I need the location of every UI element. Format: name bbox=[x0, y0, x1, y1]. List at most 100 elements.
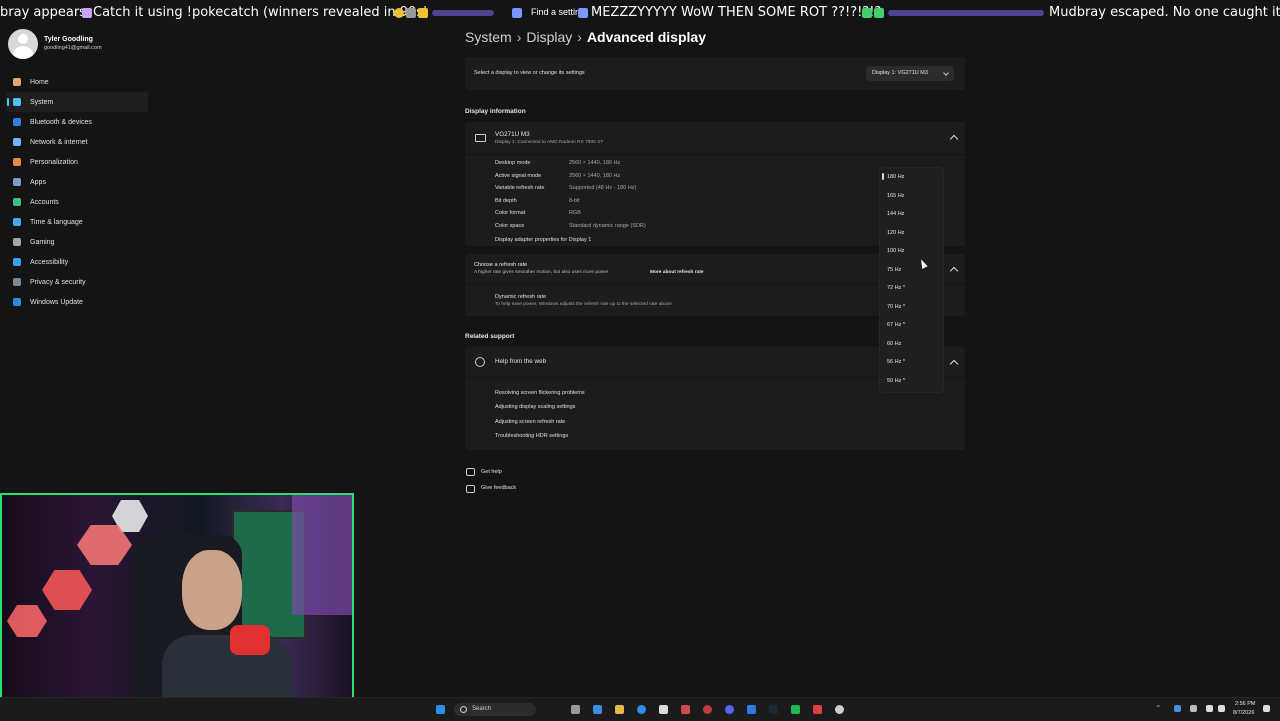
network-icon[interactable] bbox=[1206, 705, 1213, 712]
clock-date[interactable]: 8/7/2026 bbox=[1233, 710, 1254, 716]
bluetooth-icon bbox=[13, 118, 21, 126]
mail-icon bbox=[874, 8, 884, 18]
sidebar-nav: Home System Bluetooth & devices Network & i… bbox=[6, 72, 148, 312]
refresh-option[interactable]: 50 Hz * bbox=[887, 378, 905, 384]
help-link-1[interactable]: Resolving screen flickering problems bbox=[495, 390, 585, 396]
store-icon[interactable] bbox=[659, 705, 668, 714]
info-key: Active signal mode bbox=[495, 172, 542, 179]
sidebar-item-label: Apps bbox=[30, 178, 46, 186]
info-key: Color format bbox=[495, 210, 526, 216]
info-value: Supported (48 Hz - 180 Hz) bbox=[569, 185, 637, 191]
monitor-icon bbox=[475, 134, 486, 142]
sidebar-item-privacy-security[interactable]: Privacy & security bbox=[6, 272, 148, 292]
refresh-rate-dropdown[interactable]: 180 Hz 165 Hz 144 Hz 120 Hz 100 Hz 75 Hz 72 Hz… bbox=[879, 167, 944, 393]
notification-icon[interactable] bbox=[1263, 705, 1270, 712]
sidebar-item-label: Network & internet bbox=[30, 138, 88, 146]
taskbar-search[interactable]: Search bbox=[454, 703, 536, 716]
taskbar-search-label: Search bbox=[472, 706, 492, 712]
edge-icon[interactable] bbox=[637, 705, 646, 714]
app-icon[interactable] bbox=[681, 705, 690, 714]
info-key: Color space bbox=[495, 222, 525, 229]
sidebar-item-apps[interactable]: Apps bbox=[6, 172, 148, 192]
help-icon bbox=[466, 468, 475, 476]
refresh-option[interactable]: 72 Hz * bbox=[887, 285, 905, 291]
refresh-option[interactable]: 56 Hz * bbox=[887, 359, 905, 365]
search-icon bbox=[460, 706, 467, 713]
file-explorer-icon[interactable] bbox=[615, 705, 624, 714]
sidebar-item-windows-update[interactable]: Windows Update bbox=[6, 292, 148, 312]
section-display-information: Display information bbox=[465, 108, 526, 115]
redacted-text bbox=[888, 10, 1044, 16]
chevron-up-icon[interactable] bbox=[949, 266, 959, 276]
clock-time[interactable]: 2:56 PM bbox=[1235, 701, 1255, 707]
breadcrumb-system[interactable]: System bbox=[465, 29, 512, 45]
sidebar-item-time-language[interactable]: Time & language bbox=[6, 212, 148, 232]
refresh-option[interactable]: 67 Hz * bbox=[887, 322, 905, 328]
ticker-text-5: Mudbray escaped. No one caught it. bbox=[1049, 5, 1280, 20]
webcam-overlay bbox=[0, 493, 354, 719]
sidebar-item-personalization[interactable]: Personalization bbox=[6, 152, 148, 172]
sidebar-item-gaming[interactable]: Gaming bbox=[6, 232, 148, 252]
monitor-connection: Display 1: Connected to AMD Radeon RX 79… bbox=[495, 140, 604, 145]
refresh-option[interactable]: 70 Hz * bbox=[887, 304, 905, 310]
coin-icon bbox=[394, 8, 404, 18]
chevron-up-icon[interactable] bbox=[949, 134, 959, 144]
ticker-text-2: Catch it using !pokecatch (winners revea… bbox=[93, 5, 429, 20]
discord-icon[interactable] bbox=[725, 705, 734, 714]
display-adapter-link[interactable]: Display adapter properties for Display 1 bbox=[495, 237, 591, 243]
opera-icon[interactable] bbox=[703, 705, 712, 714]
get-help-link[interactable]: Get help bbox=[481, 469, 502, 475]
app-icon[interactable] bbox=[813, 705, 822, 714]
copilot-icon[interactable] bbox=[593, 705, 602, 714]
ticker-text-1: bray appears bbox=[0, 5, 86, 20]
chevron-up-icon[interactable]: ^ bbox=[1157, 705, 1160, 711]
sidebar-item-home[interactable]: Home bbox=[6, 72, 148, 92]
dynamic-refresh-desc: To help save power, Windows adjusts the … bbox=[495, 302, 672, 307]
sidebar-item-label: Gaming bbox=[30, 238, 55, 246]
refresh-option[interactable]: 120 Hz bbox=[887, 230, 904, 236]
info-key: Desktop mode bbox=[495, 160, 531, 166]
start-icon[interactable] bbox=[436, 705, 445, 714]
info-value: Standard dynamic range (SDR) bbox=[569, 222, 646, 229]
settings-icon[interactable] bbox=[835, 705, 844, 714]
refresh-title: Choose a refresh rate bbox=[474, 262, 528, 268]
taskbar: Search ^ 2:56 PM 8/7/2026 bbox=[0, 697, 1280, 721]
breadcrumb-display[interactable]: Display bbox=[526, 29, 572, 45]
refresh-option[interactable]: 180 Hz bbox=[887, 174, 904, 180]
sidebar-item-label: Bluetooth & devices bbox=[30, 118, 92, 126]
sidebar-item-bluetooth-devices[interactable]: Bluetooth & devices bbox=[6, 112, 148, 132]
breadcrumb: System › Display › Advanced display bbox=[465, 29, 706, 45]
gamepad-icon bbox=[13, 238, 21, 246]
refresh-option[interactable]: 100 Hz bbox=[887, 248, 904, 254]
info-value: 2560 × 1440, 180 Hz bbox=[569, 172, 621, 179]
display-select-dropdown[interactable]: Display 1: VG271U M3 bbox=[866, 66, 954, 81]
monitor-icon bbox=[13, 98, 21, 106]
sidebar-item-label: Accessibility bbox=[30, 258, 69, 266]
sidebar-item-accounts[interactable]: Accounts bbox=[6, 192, 148, 212]
sidebar-item-label: Personalization bbox=[30, 158, 78, 166]
tray-icon[interactable] bbox=[1190, 705, 1197, 712]
steam-icon[interactable] bbox=[769, 705, 778, 714]
chevron-up-icon[interactable] bbox=[949, 359, 959, 369]
sidebar-item-system[interactable]: System bbox=[6, 92, 148, 112]
person-icon bbox=[13, 198, 21, 206]
sidebar-item-accessibility[interactable]: Accessibility bbox=[6, 252, 148, 272]
help-link-4[interactable]: Troubleshooting HDR settings bbox=[495, 433, 568, 439]
avatar[interactable] bbox=[8, 29, 38, 59]
refresh-more-link[interactable]: More about refresh rate bbox=[650, 270, 704, 275]
dynamic-refresh-title: Dynamic refresh rate bbox=[495, 294, 547, 300]
sidebar-item-network-internet[interactable]: Network & internet bbox=[6, 132, 148, 152]
help-link-2[interactable]: Adjusting display scaling settings bbox=[495, 404, 575, 410]
refresh-option[interactable]: 144 Hz bbox=[887, 211, 904, 217]
volume-icon[interactable] bbox=[1218, 705, 1225, 712]
app-icon[interactable] bbox=[747, 705, 756, 714]
help-link-3[interactable]: Adjusting screen refresh rate bbox=[495, 419, 565, 425]
tray-icon[interactable] bbox=[1174, 705, 1181, 712]
give-feedback-link[interactable]: Give feedback bbox=[481, 485, 516, 491]
refresh-option[interactable]: 165 Hz bbox=[887, 193, 904, 199]
task-view-icon[interactable] bbox=[571, 705, 580, 714]
page-title: Advanced display bbox=[586, 29, 706, 45]
app-icon[interactable] bbox=[791, 705, 800, 714]
refresh-option[interactable]: 75 Hz bbox=[887, 267, 901, 273]
refresh-option[interactable]: 60 Hz bbox=[887, 341, 901, 347]
